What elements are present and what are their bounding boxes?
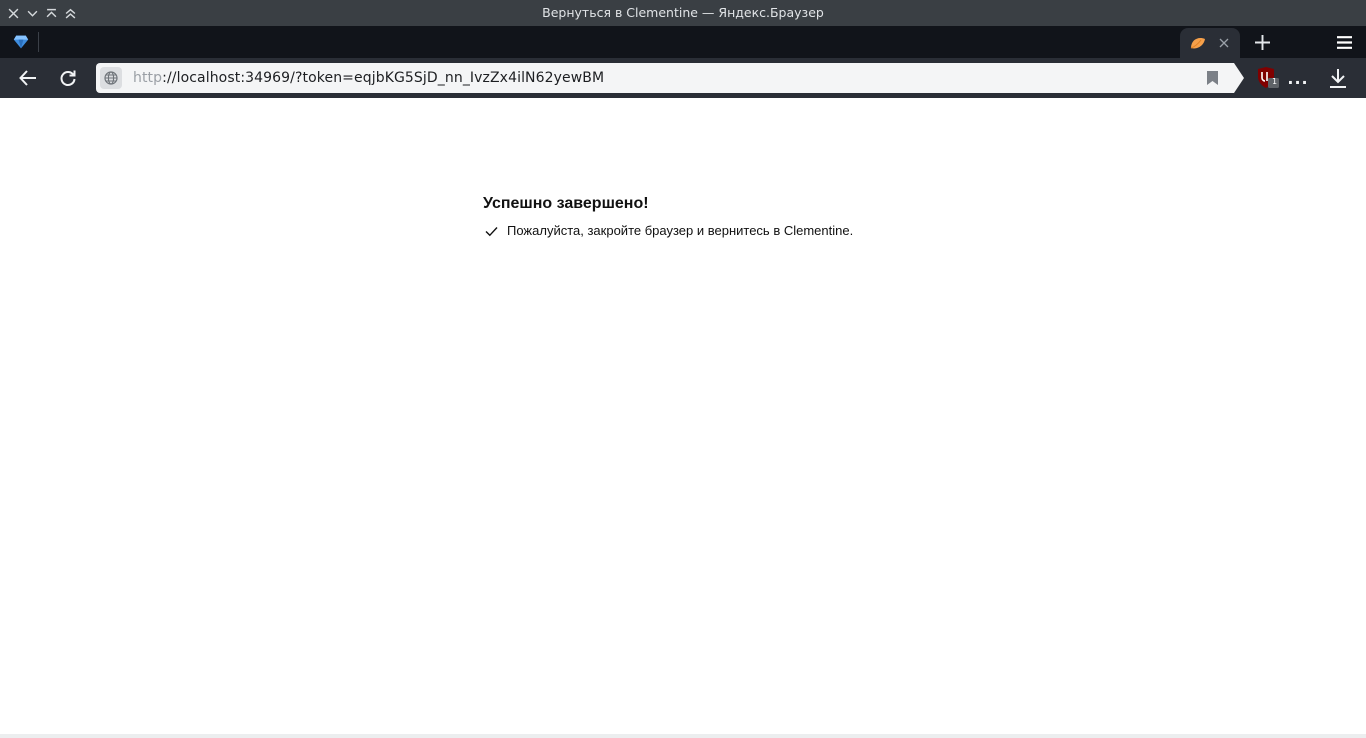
reload-button[interactable] bbox=[54, 64, 82, 92]
browser-menu-button[interactable] bbox=[1332, 30, 1356, 54]
close-icon bbox=[8, 8, 19, 18]
download-icon bbox=[1330, 69, 1346, 88]
chevron-down-icon bbox=[27, 10, 38, 17]
window-maximize-button[interactable] bbox=[61, 0, 80, 26]
window-bottom-edge bbox=[0, 734, 1366, 738]
ublock-extension-button[interactable]: 1 bbox=[1256, 67, 1280, 89]
tab-close-button[interactable] bbox=[1216, 34, 1232, 52]
hamburger-icon bbox=[1336, 35, 1352, 49]
back-button[interactable] bbox=[14, 64, 42, 92]
tab-active[interactable] bbox=[1180, 28, 1240, 58]
page-message: Пожалуйста, закройте браузер и вернитесь… bbox=[507, 223, 854, 238]
page-heading: Успешно завершено! bbox=[483, 195, 649, 212]
url-text[interactable]: http://localhost:34969/?token=eqjbKG5SjD… bbox=[133, 63, 604, 93]
address-bar[interactable]: http://localhost:34969/?token=eqjbKG5SjD… bbox=[96, 63, 1244, 93]
bookmark-button[interactable] bbox=[1204, 70, 1220, 86]
window-minimize-button[interactable] bbox=[23, 0, 42, 26]
keep-above-icon bbox=[46, 8, 57, 17]
url-path: ://localhost:34969/?token=eqjbKG5SjD_nn_… bbox=[162, 70, 605, 86]
tab-strip bbox=[0, 26, 1366, 58]
navigation-toolbar: http://localhost:34969/?token=eqjbKG5SjD… bbox=[0, 58, 1366, 98]
arrow-left-icon bbox=[19, 70, 36, 86]
window-controls bbox=[4, 0, 80, 26]
plus-icon bbox=[1254, 34, 1270, 50]
page-viewport: Успешно завершено! Пожалуйста, закройте … bbox=[0, 98, 1366, 734]
chevron-up-icon bbox=[65, 8, 76, 18]
window-titlebar: Вернуться в Clementine — Яндекс.Браузер bbox=[0, 0, 1366, 26]
globe-icon bbox=[104, 71, 118, 85]
message-row: Пожалуйста, закройте браузер и вернитесь… bbox=[483, 223, 853, 239]
ublock-badge: 1 bbox=[1271, 77, 1278, 86]
close-icon bbox=[1219, 38, 1229, 48]
success-content: Успешно завершено! Пожалуйста, закройте … bbox=[483, 194, 853, 239]
window-close-button[interactable] bbox=[4, 0, 23, 26]
more-actions-button[interactable]: ... bbox=[1286, 66, 1310, 90]
window-keep-above-button[interactable] bbox=[42, 0, 61, 26]
site-info-button[interactable] bbox=[100, 67, 122, 89]
new-tab-button[interactable] bbox=[1250, 30, 1274, 54]
reload-icon bbox=[60, 70, 76, 86]
url-scheme: http bbox=[133, 70, 163, 86]
bookmark-icon bbox=[1206, 71, 1218, 85]
tab-divider bbox=[38, 32, 39, 52]
check-icon bbox=[483, 223, 499, 239]
window-title: Вернуться в Clementine — Яндекс.Браузер bbox=[542, 5, 824, 20]
yandex-gem-icon[interactable] bbox=[10, 32, 32, 52]
clementine-icon bbox=[1188, 34, 1208, 52]
downloads-button[interactable] bbox=[1326, 64, 1350, 92]
